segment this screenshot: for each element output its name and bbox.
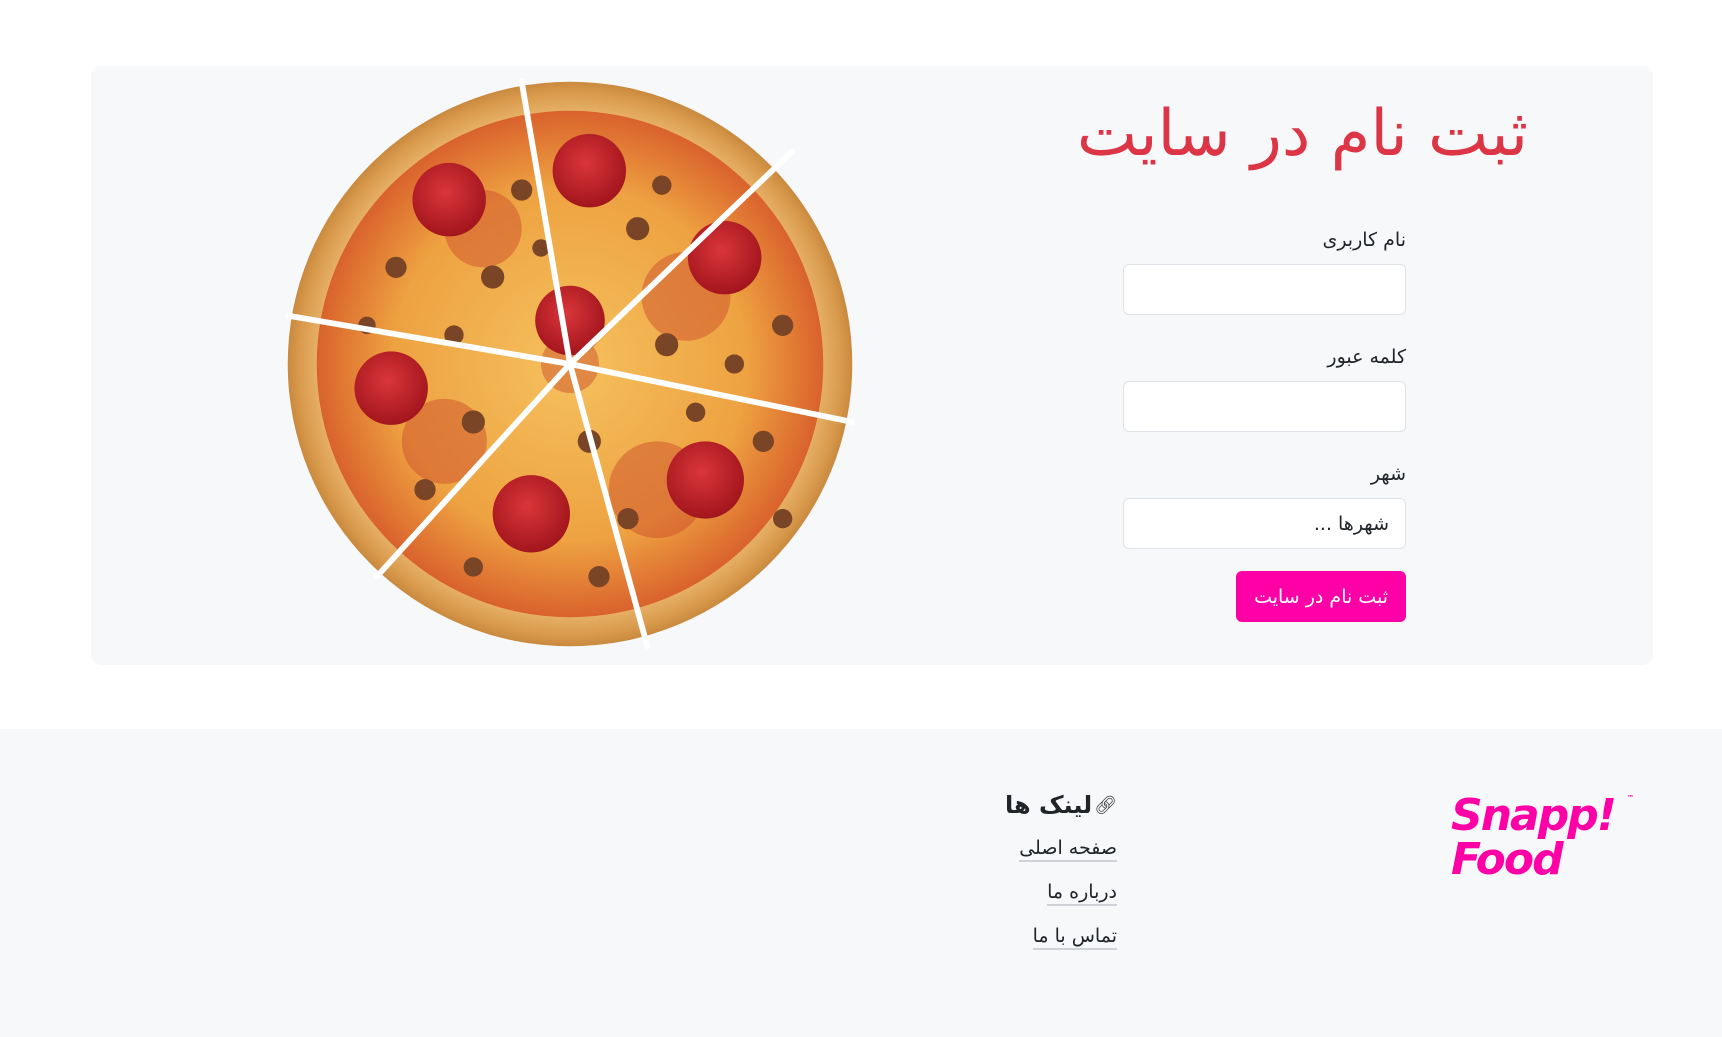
registration-form: نام کاربری کلمه عبور شهر شهرها ... ثبت ن… xyxy=(1123,226,1406,622)
register-button[interactable]: ثبت نام در سایت xyxy=(1236,571,1406,622)
list-item: تماس با ما xyxy=(1005,925,1117,969)
username-input[interactable] xyxy=(1123,264,1406,315)
link-icon: 🔗︎ xyxy=(1094,794,1117,816)
username-group: نام کاربری xyxy=(1123,226,1406,315)
footer-links-title: لینک ها xyxy=(1004,791,1093,819)
password-label: کلمه عبور xyxy=(1327,346,1406,368)
logo-line-2: Food xyxy=(1451,834,1564,885)
username-label: نام کاربری xyxy=(1322,229,1406,251)
logo-line-1: Snapp! xyxy=(1451,790,1617,841)
list-item: صفحه اصلی xyxy=(1005,837,1117,881)
logo-trademark: ™ xyxy=(1627,794,1634,802)
footer-links-heading: 🔗︎ لینک ها xyxy=(1005,791,1117,819)
link-home[interactable]: صفحه اصلی xyxy=(1019,837,1117,862)
page: ثبت نام در سایت نام کاربری کلمه عبور شهر… xyxy=(0,0,1722,1037)
city-group: شهر شهرها ... xyxy=(1123,460,1406,549)
link-contact[interactable]: تماس با ما xyxy=(1032,925,1117,950)
list-item: درباره ما xyxy=(1005,881,1117,925)
city-select-value: شهرها ... xyxy=(1313,512,1389,535)
footer-links: 🔗︎ لینک ها صفحه اصلی درباره ما تماس با م… xyxy=(1005,791,1117,969)
registration-panel: ثبت نام در سایت نام کاربری کلمه عبور شهر… xyxy=(91,66,1653,665)
page-title: ثبت نام در سایت xyxy=(1076,97,1528,171)
link-about[interactable]: درباره ما xyxy=(1047,881,1117,906)
password-group: کلمه عبور xyxy=(1123,343,1406,432)
footer: Snapp! Food ™ 🔗︎ لینک ها صفحه اصلی دربار… xyxy=(0,729,1722,1037)
password-input[interactable] xyxy=(1123,381,1406,432)
submit-row: ثبت نام در سایت xyxy=(1123,571,1406,622)
pizza-image xyxy=(275,74,865,654)
city-label: شهر xyxy=(1370,463,1406,485)
footer-links-list: صفحه اصلی درباره ما تماس با ما xyxy=(1005,837,1117,969)
city-select[interactable]: شهرها ... xyxy=(1123,498,1406,549)
snappfood-logo[interactable]: Snapp! Food ™ xyxy=(1451,794,1636,894)
